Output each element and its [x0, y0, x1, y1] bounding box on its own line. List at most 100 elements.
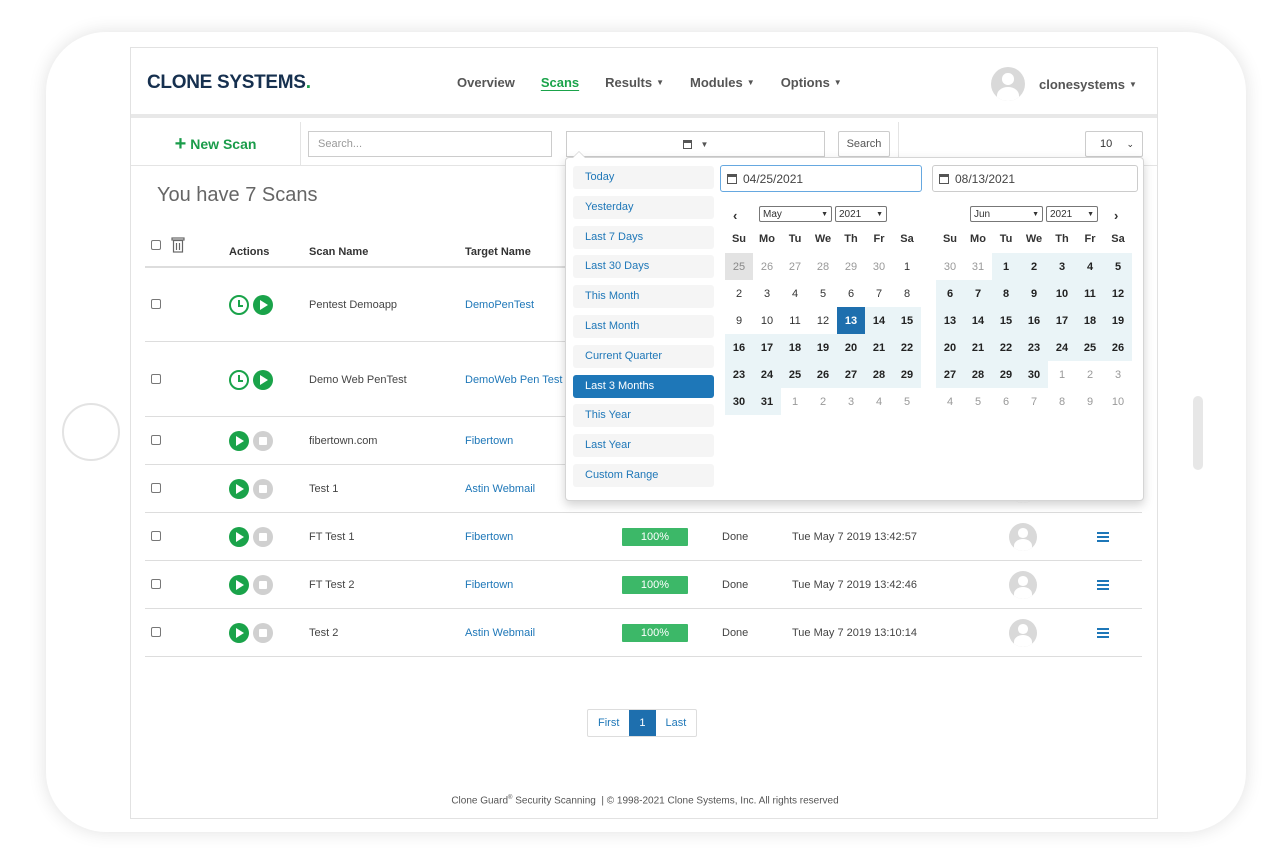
- page-first[interactable]: First: [588, 710, 629, 736]
- year-select-left[interactable]: 2021 ▼: [835, 206, 887, 222]
- row-checkbox[interactable]: [151, 435, 161, 445]
- day-cell[interactable]: 10: [1104, 388, 1132, 415]
- nav-item-overview[interactable]: Overview: [457, 75, 515, 90]
- day-cell[interactable]: 23: [1020, 334, 1048, 361]
- stop-icon[interactable]: [253, 575, 273, 595]
- range-option[interactable]: Last Year: [573, 434, 714, 458]
- nav-item-modules[interactable]: Modules ▼: [690, 75, 755, 90]
- col-target-name[interactable]: Target Name: [465, 246, 531, 258]
- target-name-link[interactable]: Fibertown: [465, 579, 513, 591]
- date-range-trigger[interactable]: ▼: [566, 131, 825, 157]
- row-checkbox[interactable]: [151, 299, 161, 309]
- day-cell[interactable]: 22: [893, 334, 921, 361]
- day-cell[interactable]: 30: [725, 388, 753, 415]
- chevron-right-icon[interactable]: ›: [1114, 208, 1118, 223]
- day-cell[interactable]: 31: [753, 388, 781, 415]
- day-cell[interactable]: 15: [893, 307, 921, 334]
- clock-icon[interactable]: [229, 295, 249, 315]
- search-input[interactable]: Search...: [308, 131, 552, 157]
- day-cell[interactable]: 7: [1020, 388, 1048, 415]
- row-checkbox[interactable]: [151, 627, 161, 637]
- range-option[interactable]: This Year: [573, 404, 714, 428]
- day-cell[interactable]: 12: [1104, 280, 1132, 307]
- brand-logo[interactable]: CLONE SYSTEMS.: [147, 72, 311, 94]
- day-cell[interactable]: 7: [865, 280, 893, 307]
- day-cell[interactable]: 18: [1076, 307, 1104, 334]
- day-cell[interactable]: 22: [992, 334, 1020, 361]
- day-cell[interactable]: 1: [992, 253, 1020, 280]
- new-scan-button[interactable]: + New Scan: [131, 122, 301, 166]
- col-actions[interactable]: Actions: [229, 246, 269, 258]
- range-option[interactable]: Last Month: [573, 314, 714, 338]
- day-cell[interactable]: 23: [725, 361, 753, 388]
- day-cell[interactable]: 29: [837, 253, 865, 280]
- target-name-link[interactable]: Fibertown: [465, 531, 513, 543]
- day-cell[interactable]: 5: [809, 280, 837, 307]
- day-cell[interactable]: 1: [781, 388, 809, 415]
- day-cell[interactable]: 19: [809, 334, 837, 361]
- day-cell[interactable]: 3: [753, 280, 781, 307]
- day-cell[interactable]: 3: [1048, 253, 1076, 280]
- day-cell[interactable]: 13: [936, 307, 964, 334]
- day-cell[interactable]: 28: [964, 361, 992, 388]
- play-icon[interactable]: [229, 527, 249, 547]
- play-icon[interactable]: [253, 295, 273, 315]
- target-name-link[interactable]: Fibertown: [465, 435, 513, 447]
- day-cell[interactable]: 2: [809, 388, 837, 415]
- day-cell[interactable]: 8: [1048, 388, 1076, 415]
- day-cell[interactable]: 9: [1076, 388, 1104, 415]
- row-checkbox[interactable]: [151, 374, 161, 384]
- day-cell[interactable]: 4: [781, 280, 809, 307]
- day-cell[interactable]: 26: [1104, 334, 1132, 361]
- menu-icon[interactable]: [1097, 532, 1109, 542]
- range-option[interactable]: Today: [573, 166, 714, 189]
- day-cell[interactable]: 3: [837, 388, 865, 415]
- day-cell[interactable]: 21: [865, 334, 893, 361]
- day-cell[interactable]: 30: [1020, 361, 1048, 388]
- day-cell[interactable]: 2: [1076, 361, 1104, 388]
- page-current[interactable]: 1: [629, 710, 656, 736]
- day-cell[interactable]: 20: [936, 334, 964, 361]
- day-cell[interactable]: 18: [781, 334, 809, 361]
- day-cell[interactable]: 10: [753, 307, 781, 334]
- day-cell[interactable]: 8: [893, 280, 921, 307]
- day-cell[interactable]: 16: [1020, 307, 1048, 334]
- stop-icon[interactable]: [253, 479, 273, 499]
- day-cell[interactable]: 2: [1020, 253, 1048, 280]
- select-all-checkbox[interactable]: [151, 240, 161, 250]
- day-cell[interactable]: 25: [781, 361, 809, 388]
- day-cell[interactable]: 9: [1020, 280, 1048, 307]
- day-cell[interactable]: 24: [1048, 334, 1076, 361]
- range-option[interactable]: This Month: [573, 285, 714, 309]
- year-select-right[interactable]: 2021 ▼: [1046, 206, 1098, 222]
- month-select-left[interactable]: May ▼: [759, 206, 832, 222]
- chevron-left-icon[interactable]: ‹: [733, 208, 737, 223]
- day-cell[interactable]: 30: [936, 253, 964, 280]
- day-cell[interactable]: 26: [809, 361, 837, 388]
- day-cell[interactable]: 10: [1048, 280, 1076, 307]
- day-cell[interactable]: 6: [936, 280, 964, 307]
- search-button[interactable]: Search: [838, 131, 890, 157]
- day-cell[interactable]: 13: [837, 307, 865, 334]
- target-name-link[interactable]: DemoWeb Pen Test: [465, 374, 562, 386]
- day-cell[interactable]: 30: [865, 253, 893, 280]
- nav-item-results[interactable]: Results ▼: [605, 75, 664, 90]
- day-cell[interactable]: 28: [809, 253, 837, 280]
- day-cell[interactable]: 6: [992, 388, 1020, 415]
- range-option[interactable]: Current Quarter: [573, 344, 714, 368]
- day-cell[interactable]: 3: [1104, 361, 1132, 388]
- day-cell[interactable]: 15: [992, 307, 1020, 334]
- stop-icon[interactable]: [253, 527, 273, 547]
- nav-item-options[interactable]: Options ▼: [781, 75, 842, 90]
- day-cell[interactable]: 17: [1048, 307, 1076, 334]
- range-option[interactable]: Last 30 Days: [573, 255, 714, 279]
- day-cell[interactable]: 29: [893, 361, 921, 388]
- day-cell[interactable]: 5: [893, 388, 921, 415]
- page-size-select[interactable]: 10 ⌄: [1085, 131, 1143, 157]
- day-cell[interactable]: 8: [992, 280, 1020, 307]
- start-date-input[interactable]: 04/25/2021: [720, 165, 922, 192]
- play-icon[interactable]: [229, 479, 249, 499]
- day-cell[interactable]: 28: [865, 361, 893, 388]
- day-cell[interactable]: 4: [1076, 253, 1104, 280]
- month-select-right[interactable]: Jun ▼: [970, 206, 1043, 222]
